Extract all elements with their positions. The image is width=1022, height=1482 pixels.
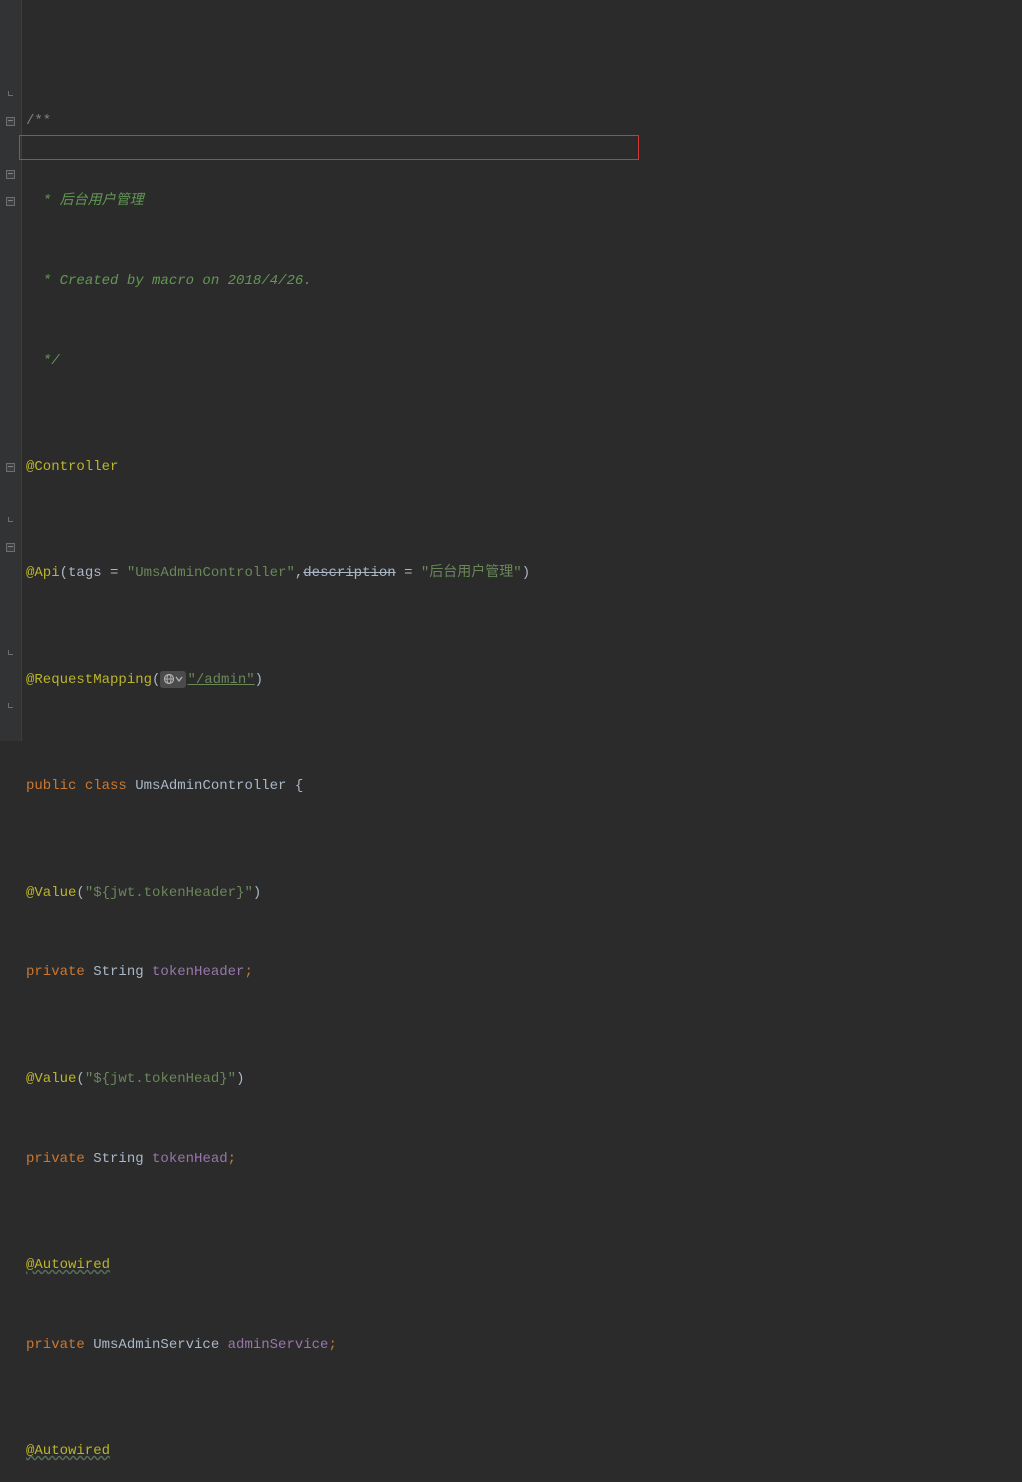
highlight-rectangle [19,135,639,160]
api-tags-value: "UmsAdminController" [127,560,295,587]
fold-toggle-icon[interactable] [0,162,21,189]
doc-comment: */ [34,348,59,375]
code-editor[interactable]: /** * 后台用户管理 * Created by macro on 2018/… [0,0,1022,741]
api-tags-key: tags = [68,560,127,587]
fold-toggle-icon[interactable] [0,534,21,561]
fold-toggle-icon[interactable] [0,188,21,215]
doc-comment: * 后台用户管理 [34,188,143,215]
annotation-autowired: @Autowired [26,1438,110,1465]
doc-comment: * Created by macro on 2018/4/26. [34,268,311,295]
annotation-value: @Value [26,1066,76,1093]
annotation-requestmapping: @RequestMapping [26,667,152,694]
fold-end-icon[interactable] [0,82,21,109]
annotation-controller: @Controller [26,454,118,481]
annotation-api: @Api [26,560,60,587]
api-description-key: description [303,560,395,587]
doc-comment: /** [26,108,51,135]
api-description-value: "后台用户管理" [421,560,522,587]
field-tokenhead: tokenHead [152,1146,228,1173]
fold-end-icon[interactable] [0,640,21,667]
fold-end-icon[interactable] [0,507,21,534]
field-adminservice: adminService [228,1332,329,1359]
code-area[interactable]: /** * 后台用户管理 * Created by macro on 2018/… [22,0,799,741]
fold-toggle-icon[interactable] [0,108,21,135]
value-tokenhead: "${jwt.tokenHead}" [85,1066,236,1093]
requestmapping-url: "/admin" [187,667,254,694]
value-tokenheader: "${jwt.tokenHeader}" [85,880,253,907]
fold-toggle-icon[interactable] [0,454,21,481]
gutter [0,0,22,741]
globe-icon[interactable] [160,671,186,688]
field-tokenheader: tokenHeader [152,959,244,986]
fold-end-icon[interactable] [0,693,21,720]
class-name: UmsAdminController [135,773,295,800]
annotation-value: @Value [26,880,76,907]
annotation-autowired: @Autowired [26,1252,110,1279]
